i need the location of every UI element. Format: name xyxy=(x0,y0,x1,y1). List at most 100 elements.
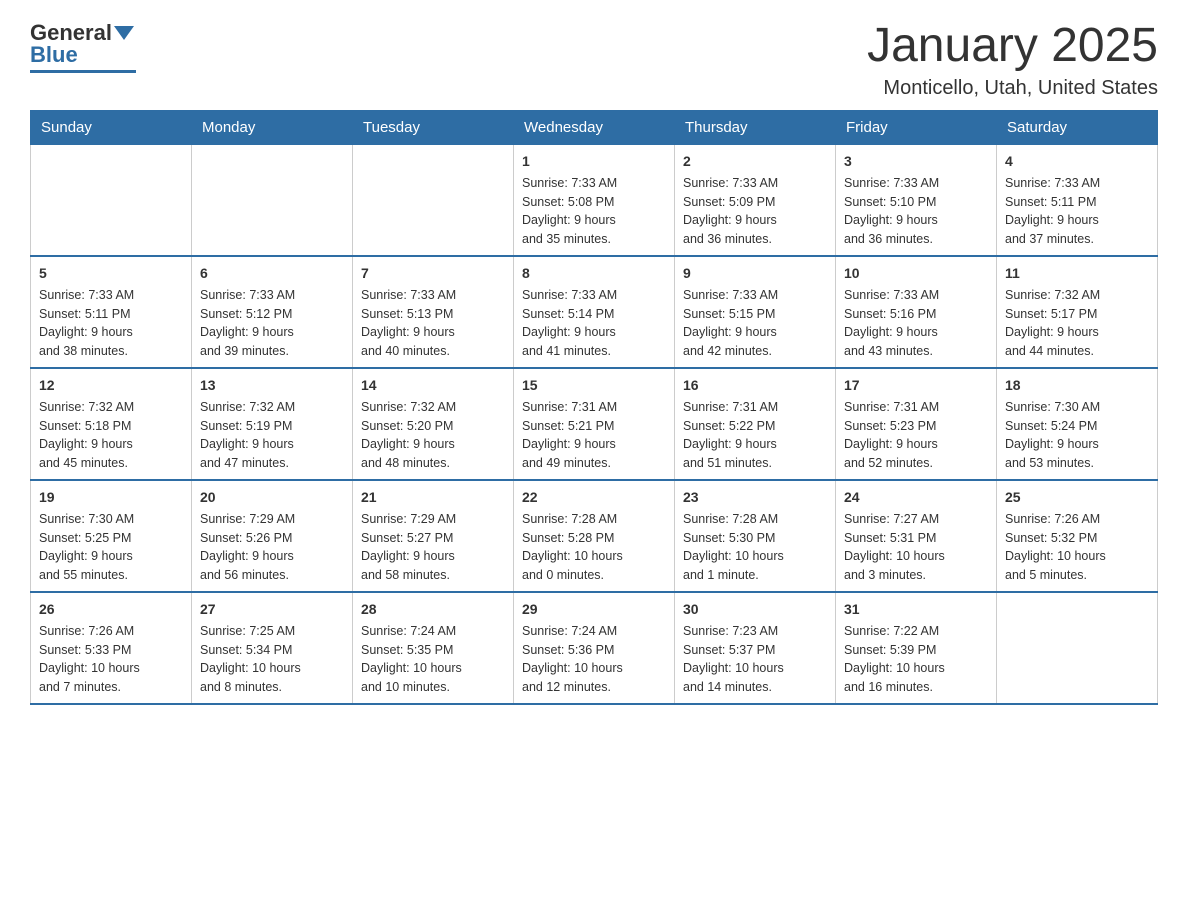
day-number: 17 xyxy=(844,375,988,396)
day-number: 14 xyxy=(361,375,505,396)
calendar-cell: 31Sunrise: 7:22 AM Sunset: 5:39 PM Dayli… xyxy=(836,592,997,704)
day-info: Sunrise: 7:33 AM Sunset: 5:10 PM Dayligh… xyxy=(844,174,988,249)
weekday-header: Thursday xyxy=(675,110,836,144)
calendar-cell: 26Sunrise: 7:26 AM Sunset: 5:33 PM Dayli… xyxy=(31,592,192,704)
calendar-cell: 17Sunrise: 7:31 AM Sunset: 5:23 PM Dayli… xyxy=(836,368,997,480)
day-info: Sunrise: 7:31 AM Sunset: 5:22 PM Dayligh… xyxy=(683,398,827,473)
weekday-header: Saturday xyxy=(997,110,1158,144)
logo-triangle-icon xyxy=(114,26,134,40)
day-info: Sunrise: 7:33 AM Sunset: 5:11 PM Dayligh… xyxy=(39,286,183,361)
weekday-header: Sunday xyxy=(31,110,192,144)
day-number: 11 xyxy=(1005,263,1149,284)
calendar-cell: 24Sunrise: 7:27 AM Sunset: 5:31 PM Dayli… xyxy=(836,480,997,592)
calendar-cell: 30Sunrise: 7:23 AM Sunset: 5:37 PM Dayli… xyxy=(675,592,836,704)
calendar-cell: 1Sunrise: 7:33 AM Sunset: 5:08 PM Daylig… xyxy=(514,144,675,256)
day-info: Sunrise: 7:29 AM Sunset: 5:27 PM Dayligh… xyxy=(361,510,505,585)
calendar-cell: 21Sunrise: 7:29 AM Sunset: 5:27 PM Dayli… xyxy=(353,480,514,592)
day-info: Sunrise: 7:26 AM Sunset: 5:33 PM Dayligh… xyxy=(39,622,183,697)
day-info: Sunrise: 7:22 AM Sunset: 5:39 PM Dayligh… xyxy=(844,622,988,697)
day-info: Sunrise: 7:27 AM Sunset: 5:31 PM Dayligh… xyxy=(844,510,988,585)
calendar-week-row: 19Sunrise: 7:30 AM Sunset: 5:25 PM Dayli… xyxy=(31,480,1158,592)
calendar-cell xyxy=(353,144,514,256)
logo-blue-text: Blue xyxy=(30,42,78,68)
calendar-week-row: 1Sunrise: 7:33 AM Sunset: 5:08 PM Daylig… xyxy=(31,144,1158,256)
day-number: 23 xyxy=(683,487,827,508)
day-number: 8 xyxy=(522,263,666,284)
calendar-cell: 20Sunrise: 7:29 AM Sunset: 5:26 PM Dayli… xyxy=(192,480,353,592)
calendar-header-row: SundayMondayTuesdayWednesdayThursdayFrid… xyxy=(31,110,1158,144)
day-number: 20 xyxy=(200,487,344,508)
day-info: Sunrise: 7:29 AM Sunset: 5:26 PM Dayligh… xyxy=(200,510,344,585)
day-info: Sunrise: 7:24 AM Sunset: 5:36 PM Dayligh… xyxy=(522,622,666,697)
day-number: 16 xyxy=(683,375,827,396)
day-info: Sunrise: 7:30 AM Sunset: 5:24 PM Dayligh… xyxy=(1005,398,1149,473)
day-number: 28 xyxy=(361,599,505,620)
day-number: 18 xyxy=(1005,375,1149,396)
day-info: Sunrise: 7:32 AM Sunset: 5:18 PM Dayligh… xyxy=(39,398,183,473)
calendar-cell: 18Sunrise: 7:30 AM Sunset: 5:24 PM Dayli… xyxy=(997,368,1158,480)
calendar-cell xyxy=(31,144,192,256)
weekday-header: Wednesday xyxy=(514,110,675,144)
calendar-cell: 14Sunrise: 7:32 AM Sunset: 5:20 PM Dayli… xyxy=(353,368,514,480)
day-info: Sunrise: 7:32 AM Sunset: 5:17 PM Dayligh… xyxy=(1005,286,1149,361)
calendar-week-row: 12Sunrise: 7:32 AM Sunset: 5:18 PM Dayli… xyxy=(31,368,1158,480)
calendar-cell xyxy=(192,144,353,256)
day-number: 6 xyxy=(200,263,344,284)
day-info: Sunrise: 7:33 AM Sunset: 5:16 PM Dayligh… xyxy=(844,286,988,361)
day-info: Sunrise: 7:25 AM Sunset: 5:34 PM Dayligh… xyxy=(200,622,344,697)
calendar-cell: 5Sunrise: 7:33 AM Sunset: 5:11 PM Daylig… xyxy=(31,256,192,368)
calendar-subtitle: Monticello, Utah, United States xyxy=(867,77,1158,100)
day-number: 26 xyxy=(39,599,183,620)
day-number: 3 xyxy=(844,151,988,172)
calendar-cell: 19Sunrise: 7:30 AM Sunset: 5:25 PM Dayli… xyxy=(31,480,192,592)
day-number: 5 xyxy=(39,263,183,284)
calendar-table: SundayMondayTuesdayWednesdayThursdayFrid… xyxy=(30,110,1158,705)
day-info: Sunrise: 7:33 AM Sunset: 5:11 PM Dayligh… xyxy=(1005,174,1149,249)
day-number: 30 xyxy=(683,599,827,620)
day-number: 21 xyxy=(361,487,505,508)
day-info: Sunrise: 7:30 AM Sunset: 5:25 PM Dayligh… xyxy=(39,510,183,585)
calendar-cell: 23Sunrise: 7:28 AM Sunset: 5:30 PM Dayli… xyxy=(675,480,836,592)
calendar-cell: 16Sunrise: 7:31 AM Sunset: 5:22 PM Dayli… xyxy=(675,368,836,480)
day-number: 7 xyxy=(361,263,505,284)
weekday-header: Monday xyxy=(192,110,353,144)
day-number: 31 xyxy=(844,599,988,620)
calendar-title: January 2025 xyxy=(867,20,1158,73)
day-number: 12 xyxy=(39,375,183,396)
calendar-cell: 15Sunrise: 7:31 AM Sunset: 5:21 PM Dayli… xyxy=(514,368,675,480)
day-number: 25 xyxy=(1005,487,1149,508)
calendar-cell: 7Sunrise: 7:33 AM Sunset: 5:13 PM Daylig… xyxy=(353,256,514,368)
calendar-cell: 3Sunrise: 7:33 AM Sunset: 5:10 PM Daylig… xyxy=(836,144,997,256)
calendar-cell xyxy=(997,592,1158,704)
day-info: Sunrise: 7:33 AM Sunset: 5:15 PM Dayligh… xyxy=(683,286,827,361)
calendar-cell: 25Sunrise: 7:26 AM Sunset: 5:32 PM Dayli… xyxy=(997,480,1158,592)
logo: General Blue xyxy=(30,20,136,73)
calendar-cell: 4Sunrise: 7:33 AM Sunset: 5:11 PM Daylig… xyxy=(997,144,1158,256)
day-number: 19 xyxy=(39,487,183,508)
weekday-header: Friday xyxy=(836,110,997,144)
calendar-cell: 13Sunrise: 7:32 AM Sunset: 5:19 PM Dayli… xyxy=(192,368,353,480)
calendar-cell: 10Sunrise: 7:33 AM Sunset: 5:16 PM Dayli… xyxy=(836,256,997,368)
day-number: 29 xyxy=(522,599,666,620)
day-number: 22 xyxy=(522,487,666,508)
day-number: 27 xyxy=(200,599,344,620)
calendar-cell: 6Sunrise: 7:33 AM Sunset: 5:12 PM Daylig… xyxy=(192,256,353,368)
day-info: Sunrise: 7:33 AM Sunset: 5:08 PM Dayligh… xyxy=(522,174,666,249)
calendar-week-row: 5Sunrise: 7:33 AM Sunset: 5:11 PM Daylig… xyxy=(31,256,1158,368)
calendar-cell: 12Sunrise: 7:32 AM Sunset: 5:18 PM Dayli… xyxy=(31,368,192,480)
calendar-cell: 28Sunrise: 7:24 AM Sunset: 5:35 PM Dayli… xyxy=(353,592,514,704)
day-info: Sunrise: 7:32 AM Sunset: 5:19 PM Dayligh… xyxy=(200,398,344,473)
day-info: Sunrise: 7:33 AM Sunset: 5:09 PM Dayligh… xyxy=(683,174,827,249)
day-number: 15 xyxy=(522,375,666,396)
day-number: 1 xyxy=(522,151,666,172)
day-number: 4 xyxy=(1005,151,1149,172)
calendar-cell: 29Sunrise: 7:24 AM Sunset: 5:36 PM Dayli… xyxy=(514,592,675,704)
day-number: 24 xyxy=(844,487,988,508)
title-block: January 2025 Monticello, Utah, United St… xyxy=(867,20,1158,100)
calendar-cell: 11Sunrise: 7:32 AM Sunset: 5:17 PM Dayli… xyxy=(997,256,1158,368)
day-info: Sunrise: 7:33 AM Sunset: 5:14 PM Dayligh… xyxy=(522,286,666,361)
weekday-header: Tuesday xyxy=(353,110,514,144)
day-info: Sunrise: 7:26 AM Sunset: 5:32 PM Dayligh… xyxy=(1005,510,1149,585)
day-info: Sunrise: 7:28 AM Sunset: 5:30 PM Dayligh… xyxy=(683,510,827,585)
day-number: 13 xyxy=(200,375,344,396)
